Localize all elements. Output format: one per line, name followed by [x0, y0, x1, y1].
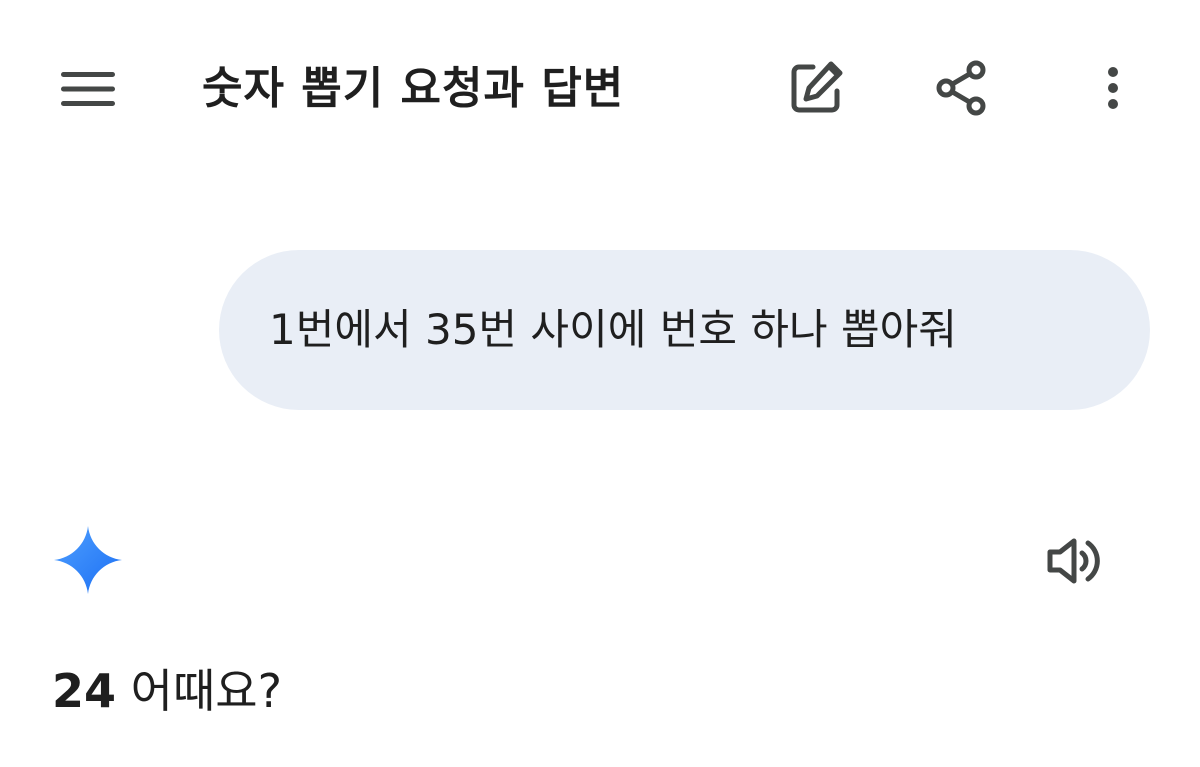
gemini-sparkle-icon [52, 524, 124, 596]
response-text: 어때요? [116, 664, 283, 718]
top-app-bar: 숫자 뽑기 요청과 답변 [0, 0, 1200, 180]
page-title: 숫자 뽑기 요청과 답변 [202, 63, 625, 114]
response-number: 24 [52, 664, 117, 718]
new-chat-button[interactable] [776, 50, 856, 126]
edit-icon [791, 61, 843, 113]
speaker-volume-icon [1047, 538, 1100, 584]
share-icon [936, 60, 986, 116]
user-message-text: 1번에서 35번 사이에 번호 하나 뽑아줘 [269, 305, 957, 354]
menu-button[interactable] [48, 58, 128, 120]
assistant-response: 24 어때요? [52, 658, 282, 724]
read-aloud-button[interactable] [1040, 528, 1110, 594]
share-button[interactable] [922, 50, 1002, 126]
user-message-bubble: 1번에서 35번 사이에 번호 하나 뽑아줘 [219, 250, 1150, 410]
more-vertical-icon [1108, 67, 1118, 109]
more-options-button[interactable] [1078, 50, 1148, 126]
hamburger-menu-icon [61, 72, 115, 106]
